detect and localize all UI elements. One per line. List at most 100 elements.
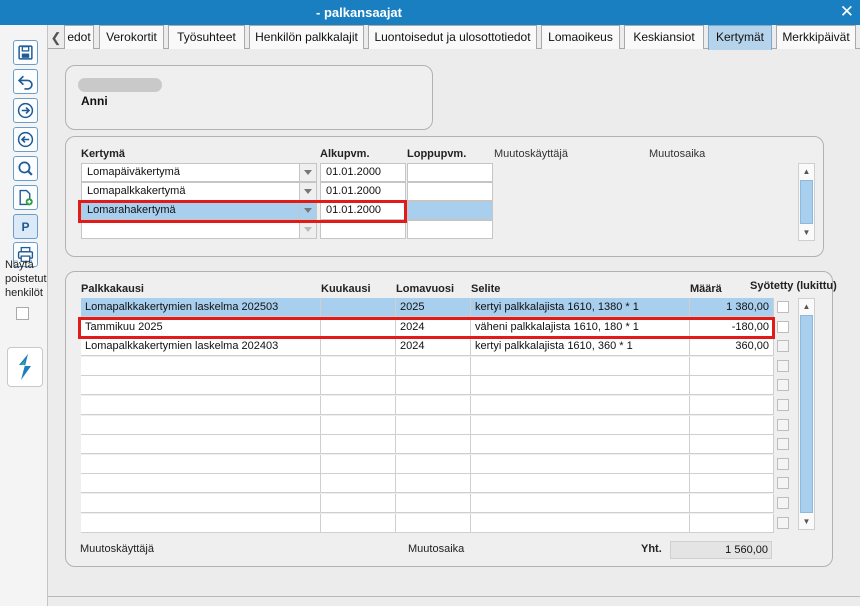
syotetty-checkbox[interactable]: [777, 340, 789, 352]
kuukausi-cell[interactable]: [321, 298, 396, 317]
syotetty-checkbox[interactable]: [777, 497, 789, 509]
scroll-down-icon[interactable]: ▼: [799, 225, 814, 240]
palkkakausi-cell[interactable]: [81, 435, 321, 454]
palkkakausi-cell[interactable]: [81, 455, 321, 474]
maara-cell[interactable]: [690, 494, 774, 513]
maara-cell[interactable]: [690, 416, 774, 435]
palkkakausi-cell[interactable]: Lomapalkkakertymien laskelma 202503: [81, 298, 321, 317]
maara-cell[interactable]: [690, 376, 774, 395]
detail-scrollbar[interactable]: ▲ ▼: [798, 298, 815, 530]
kertyma-select[interactable]: [81, 220, 317, 239]
lomavuosi-cell[interactable]: 2025: [396, 298, 471, 317]
selite-cell[interactable]: [471, 494, 690, 513]
alkupvm-field[interactable]: 01.01.2000: [320, 182, 406, 201]
maara-cell[interactable]: 1 380,00: [690, 298, 774, 317]
kuukausi-cell[interactable]: [321, 514, 396, 533]
tab-keskiansiot[interactable]: Keskiansiot: [624, 25, 704, 49]
maara-cell[interactable]: [690, 474, 774, 493]
kuukausi-cell[interactable]: [321, 435, 396, 454]
tab-verokortit[interactable]: Verokortit: [99, 25, 164, 49]
selite-cell[interactable]: [471, 396, 690, 415]
syotetty-checkbox[interactable]: [777, 419, 789, 431]
palkkakausi-cell[interactable]: [81, 416, 321, 435]
selite-cell[interactable]: [471, 455, 690, 474]
tab-luontoisedut[interactable]: Luontoisedut ja ulosottotiedot: [368, 25, 537, 49]
selite-cell[interactable]: [471, 514, 690, 533]
chevron-down-icon[interactable]: [299, 221, 316, 238]
loppupvm-field[interactable]: [407, 182, 493, 201]
kertyma-scrollbar[interactable]: ▲ ▼: [798, 163, 815, 241]
maara-cell[interactable]: [690, 435, 774, 454]
show-removed-checkbox[interactable]: [16, 307, 29, 320]
syotetty-checkbox[interactable]: [777, 517, 789, 529]
tab-kertymat[interactable]: Kertymät: [708, 25, 772, 50]
palkkakausi-cell[interactable]: Lomapalkkakertymien laskelma 202403: [81, 337, 321, 356]
syotetty-checkbox[interactable]: [777, 438, 789, 450]
palkkakausi-cell[interactable]: [81, 494, 321, 513]
palkkakausi-cell[interactable]: Tammikuu 2025: [81, 318, 321, 337]
lomavuosi-cell[interactable]: [396, 494, 471, 513]
forward-button[interactable]: [13, 98, 38, 123]
alkupvm-field[interactable]: 01.01.2000: [320, 163, 406, 182]
tab-tyosuhteet[interactable]: Työsuhteet: [168, 25, 245, 49]
lomavuosi-cell[interactable]: 2024: [396, 337, 471, 356]
maara-cell[interactable]: [690, 396, 774, 415]
maara-cell[interactable]: -180,00: [690, 318, 774, 337]
save-button[interactable]: [13, 40, 38, 65]
kertyma-select[interactable]: Lomapalkkakertymä: [81, 182, 317, 201]
syotetty-checkbox[interactable]: [777, 321, 789, 333]
chevron-down-icon[interactable]: [299, 183, 316, 200]
kuukausi-cell[interactable]: [321, 455, 396, 474]
kuukausi-cell[interactable]: [321, 396, 396, 415]
tab-scroll-left-icon[interactable]: ❮: [48, 27, 64, 49]
alkupvm-field[interactable]: 01.01.2000: [320, 201, 406, 220]
syotetty-checkbox[interactable]: [777, 399, 789, 411]
palkkakausi-cell[interactable]: [81, 396, 321, 415]
scroll-down-icon[interactable]: ▼: [799, 514, 814, 529]
lomavuosi-cell[interactable]: [396, 357, 471, 376]
maara-cell[interactable]: [690, 357, 774, 376]
loppupvm-field[interactable]: [407, 201, 493, 220]
back-button[interactable]: [13, 127, 38, 152]
scroll-thumb[interactable]: [800, 315, 813, 513]
lomavuosi-cell[interactable]: [396, 474, 471, 493]
syotetty-checkbox[interactable]: [777, 477, 789, 489]
selite-cell[interactable]: [471, 474, 690, 493]
add-document-button[interactable]: [13, 185, 38, 210]
palkkakausi-cell[interactable]: [81, 474, 321, 493]
p-button[interactable]: P: [13, 214, 38, 239]
chevron-down-icon[interactable]: [299, 164, 316, 181]
alkupvm-field[interactable]: [320, 220, 406, 239]
undo-button[interactable]: [13, 69, 38, 94]
chevron-down-icon[interactable]: [299, 202, 316, 219]
selite-cell[interactable]: kertyi palkkalajista 1610, 1380 * 1: [471, 298, 690, 317]
loppupvm-field[interactable]: [407, 163, 493, 182]
tab-edot[interactable]: edot: [64, 25, 94, 49]
close-icon[interactable]: ✕: [840, 2, 854, 22]
scroll-up-icon[interactable]: ▲: [799, 164, 814, 179]
lomavuosi-cell[interactable]: [396, 435, 471, 454]
kertyma-select[interactable]: Lomapäiväkertymä: [81, 163, 317, 182]
lomavuosi-cell[interactable]: [396, 514, 471, 533]
kuukausi-cell[interactable]: [321, 357, 396, 376]
loppupvm-field[interactable]: [407, 220, 493, 239]
syotetty-checkbox[interactable]: [777, 379, 789, 391]
scroll-thumb[interactable]: [800, 180, 813, 224]
maara-cell[interactable]: [690, 455, 774, 474]
kuukausi-cell[interactable]: [321, 494, 396, 513]
palkkakausi-cell[interactable]: [81, 514, 321, 533]
selite-cell[interactable]: kertyi palkkalajista 1610, 360 * 1: [471, 337, 690, 356]
maara-cell[interactable]: [690, 514, 774, 533]
lomavuosi-cell[interactable]: [396, 376, 471, 395]
app-logo[interactable]: [7, 347, 43, 387]
palkkakausi-cell[interactable]: [81, 357, 321, 376]
tab-merkkipaivat[interactable]: Merkkipäivät: [776, 25, 856, 49]
kuukausi-cell[interactable]: [321, 318, 396, 337]
kuukausi-cell[interactable]: [321, 376, 396, 395]
selite-cell[interactable]: [471, 416, 690, 435]
search-button[interactable]: [13, 156, 38, 181]
kuukausi-cell[interactable]: [321, 337, 396, 356]
palkkakausi-cell[interactable]: [81, 376, 321, 395]
syotetty-checkbox[interactable]: [777, 458, 789, 470]
selite-cell[interactable]: [471, 376, 690, 395]
